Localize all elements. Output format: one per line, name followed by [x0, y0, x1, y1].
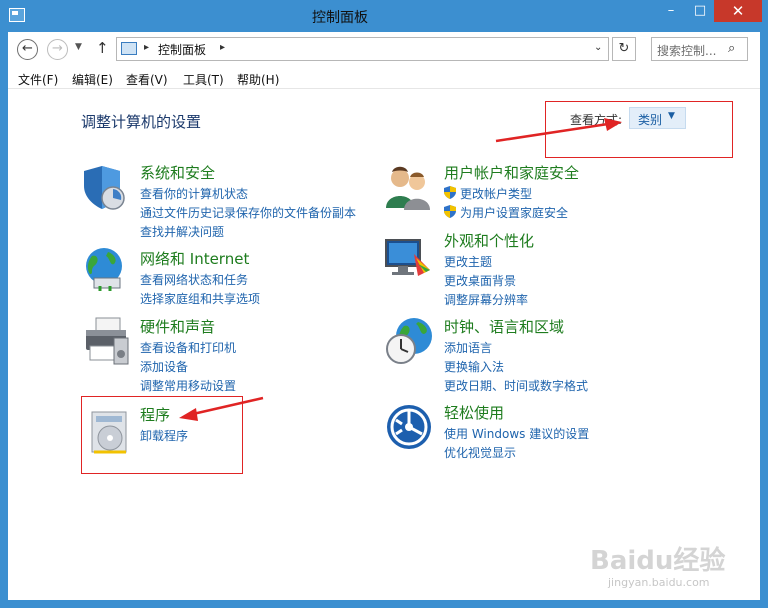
search-placeholder: 搜索控制...	[657, 44, 717, 58]
navigation-bar: ← → ▼ ↑ ▸ 控制面板 ▸ ⌄ ↻ 搜索控制... ⌕	[8, 32, 760, 66]
category-title[interactable]: 用户帐户和家庭安全	[444, 162, 579, 183]
link-view-computer-status[interactable]: 查看你的计算机状态	[140, 185, 248, 202]
shield-icon[interactable]	[80, 162, 130, 212]
menu-view[interactable]: 查看(V)	[126, 71, 168, 88]
link-devices-printers[interactable]: 查看设备和打印机	[140, 339, 236, 356]
category-title[interactable]: 外观和个性化	[444, 230, 534, 251]
link-add-device[interactable]: 添加设备	[140, 358, 188, 375]
breadcrumb-separator-icon[interactable]: ▸	[220, 42, 225, 53]
uac-shield-icon	[444, 186, 456, 199]
link-homegroup-sharing[interactable]: 选择家庭组和共享选项	[140, 290, 260, 307]
page-title: 调整计算机的设置	[81, 113, 202, 131]
control-panel-content: 调整计算机的设置 查看方式: 类别 ▼ 系统和安全 查看你的计算机状态 通过文件…	[8, 90, 760, 600]
forward-button[interactable]: →	[47, 39, 68, 60]
back-button[interactable]: ←	[17, 39, 38, 60]
search-icon[interactable]: ⌕	[728, 41, 735, 56]
link-change-input-method[interactable]: 更换输入法	[444, 358, 504, 375]
control-panel-icon	[121, 42, 137, 55]
link-file-history[interactable]: 通过文件历史记录保存你的文件备份副本	[140, 204, 356, 221]
clock-globe-icon[interactable]	[384, 316, 434, 366]
close-button[interactable]: ✕	[714, 0, 762, 22]
refresh-button[interactable]: ↻	[612, 37, 636, 61]
menu-help[interactable]: 帮助(H)	[237, 71, 279, 88]
link-date-time-format[interactable]: 更改日期、时间或数字格式	[444, 377, 588, 394]
category-title[interactable]: 网络和 Internet	[140, 248, 249, 269]
link-change-account-type[interactable]: 更改帐户类型	[460, 185, 532, 202]
up-button[interactable]: ↑	[96, 39, 109, 57]
category-title[interactable]: 时钟、语言和区域	[444, 316, 564, 337]
annotation-box	[545, 101, 733, 158]
title-bar: 控制面板 – □ ✕	[0, 0, 768, 32]
printer-icon[interactable]	[80, 316, 130, 366]
recent-locations-icon[interactable]: ▼	[75, 42, 82, 52]
link-desktop-background[interactable]: 更改桌面背景	[444, 272, 516, 289]
breadcrumb-control-panel[interactable]: 控制面板	[158, 41, 206, 58]
watermark-logo: Baidu经验	[590, 546, 726, 576]
menu-bar: 文件(F) 编辑(E) 查看(V) 工具(T) 帮助(H)	[8, 67, 760, 89]
menu-edit[interactable]: 编辑(E)	[72, 71, 113, 88]
category-title[interactable]: 轻松使用	[444, 402, 504, 423]
category-title[interactable]: 硬件和声音	[140, 316, 215, 337]
baidu-watermark: Baidu经验 jingyan.baidu.com	[590, 540, 740, 595]
link-network-status[interactable]: 查看网络状态和任务	[140, 271, 248, 288]
link-mobility-settings[interactable]: 调整常用移动设置	[140, 377, 236, 394]
link-troubleshoot[interactable]: 查找并解决问题	[140, 223, 224, 240]
annotation-box	[81, 396, 243, 474]
link-add-language[interactable]: 添加语言	[444, 339, 492, 356]
monitor-palette-icon[interactable]	[384, 236, 434, 286]
uac-shield-icon	[444, 205, 456, 218]
window-title: 控制面板	[312, 10, 368, 26]
link-optimize-visual[interactable]: 优化视觉显示	[444, 444, 516, 461]
search-input[interactable]: 搜索控制... ⌕	[651, 37, 748, 61]
ease-of-access-icon[interactable]	[384, 402, 434, 452]
address-bar[interactable]: ▸ 控制面板 ▸ ⌄	[116, 37, 609, 61]
menu-tools[interactable]: 工具(T)	[183, 71, 224, 88]
breadcrumb-separator-icon[interactable]: ▸	[144, 42, 149, 53]
window-client-area: ← → ▼ ↑ ▸ 控制面板 ▸ ⌄ ↻ 搜索控制... ⌕ 文件(F) 编辑(…	[8, 32, 760, 600]
link-change-theme[interactable]: 更改主题	[444, 253, 492, 270]
users-icon[interactable]	[384, 162, 434, 212]
menu-file[interactable]: 文件(F)	[18, 71, 58, 88]
category-title[interactable]: 系统和安全	[140, 162, 215, 183]
maximize-button[interactable]: □	[686, 0, 714, 22]
link-recommended-settings[interactable]: 使用 Windows 建议的设置	[444, 425, 589, 442]
watermark-url: jingyan.baidu.com	[608, 576, 710, 589]
link-screen-resolution[interactable]: 调整屏幕分辨率	[444, 291, 528, 308]
link-family-safety[interactable]: 为用户设置家庭安全	[460, 204, 568, 221]
network-globe-icon[interactable]	[80, 244, 130, 294]
address-dropdown-icon[interactable]: ⌄	[594, 42, 602, 53]
minimize-button[interactable]: –	[656, 0, 686, 22]
